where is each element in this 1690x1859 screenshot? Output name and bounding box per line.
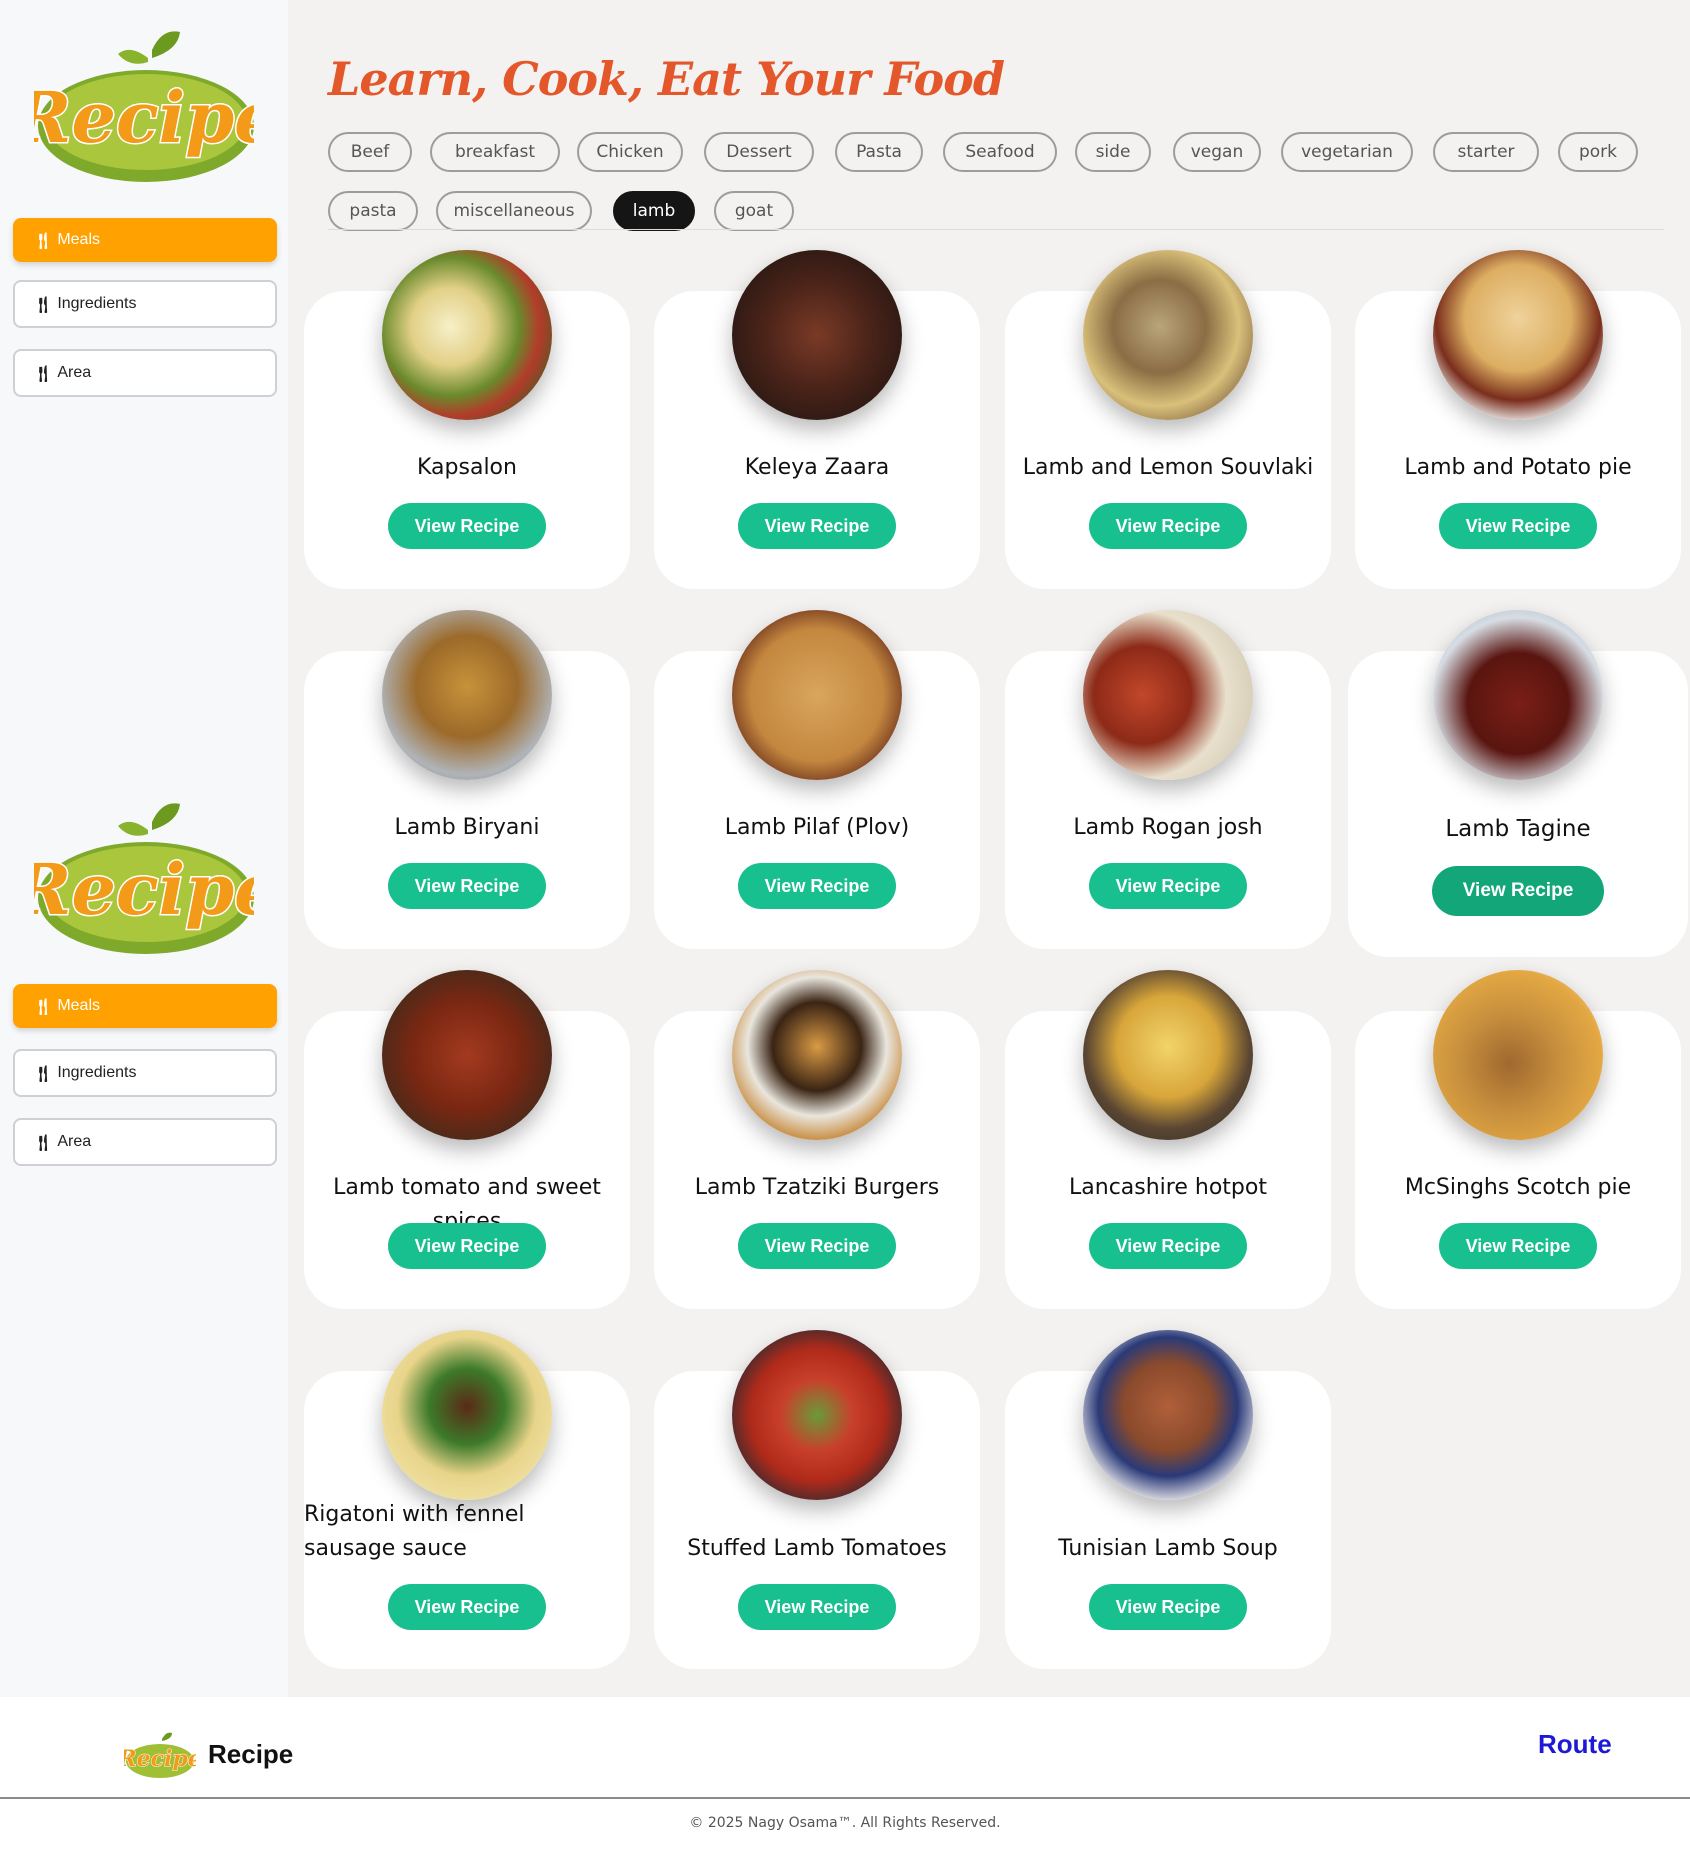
page-title: Learn, Cook, Eat Your Food [328, 52, 1005, 106]
meal-image[interactable] [732, 970, 902, 1140]
copyright-text: © 2025 Nagy Osama™. All Rights Reserved. [689, 1815, 1001, 1831]
meal-image[interactable] [1083, 250, 1253, 420]
sidebar: Recipe 🍴︎ Meals 🍴︎ Ingredients 🍴︎ Area R… [0, 0, 288, 1697]
sidebar-item-label: Area [57, 364, 92, 381]
chip-side[interactable]: side [1075, 132, 1151, 172]
sidebar-item-ingredients[interactable]: 🍴︎ Ingredients [13, 1049, 277, 1097]
view-recipe-button[interactable]: View Recipe [388, 503, 546, 549]
footer-brand: Recipe [208, 1739, 294, 1769]
chip-breakfast[interactable]: breakfast [430, 132, 560, 172]
meal-image[interactable] [732, 1330, 902, 1500]
svg-text:Recipe: Recipe [124, 1746, 196, 1772]
meal-image[interactable] [1083, 1330, 1253, 1500]
meal-image[interactable] [382, 970, 552, 1140]
fork-knife-icon: 🍴︎ [33, 1063, 54, 1083]
chip-seafood[interactable]: Seafood [943, 132, 1057, 172]
chip-dessert[interactable]: Dessert [704, 132, 814, 172]
chip-pasta-lower[interactable]: pasta [328, 191, 418, 231]
chip-vegetarian[interactable]: vegetarian [1281, 132, 1413, 172]
route-link[interactable]: Route [1538, 1729, 1612, 1760]
meal-image[interactable] [382, 250, 552, 420]
sidebar-item-label: Ingredients [57, 295, 137, 312]
sidebar-item-label: Meals [57, 231, 100, 248]
meal-image[interactable] [1433, 610, 1603, 780]
chip-beef[interactable]: Beef [328, 132, 412, 172]
meal-name: Lamb and Lemon Souvlaki [1022, 455, 1314, 480]
recipe-logo[interactable]: Recipe [10, 30, 280, 182]
view-recipe-button[interactable]: View Recipe [1089, 503, 1247, 549]
svg-text:Recipe: Recipe [34, 848, 254, 931]
footer: Recipe Recipe Route © 2025 Nagy Osama™. … [0, 1697, 1690, 1859]
footer-divider [0, 1797, 1690, 1799]
meal-name: Lamb and Potato pie [1404, 455, 1632, 480]
meal-name: Tunisian Lamb Soup [1058, 1536, 1278, 1561]
view-recipe-button[interactable]: View Recipe [388, 1584, 546, 1630]
sidebar-item-meals[interactable]: 🍴︎ Meals [13, 984, 277, 1028]
view-recipe-button[interactable]: View Recipe [1432, 866, 1604, 916]
meal-name: Lamb Pilaf (Plov) [724, 815, 910, 840]
view-recipe-button[interactable]: View Recipe [738, 863, 896, 909]
chip-miscellaneous[interactable]: miscellaneous [436, 191, 592, 231]
chip-goat[interactable]: goat [714, 191, 794, 231]
meal-name: Rigatoni with fennel sausage sauce [304, 1502, 525, 1561]
sidebar-item-area[interactable]: 🍴︎ Area [13, 1118, 277, 1166]
view-recipe-button[interactable]: View Recipe [738, 503, 896, 549]
sidebar-item-label: Ingredients [57, 1064, 137, 1081]
view-recipe-button[interactable]: View Recipe [1089, 863, 1247, 909]
sidebar-item-label: Meals [57, 997, 100, 1014]
fork-knife-icon: 🍴︎ [33, 1132, 54, 1152]
divider [328, 229, 1664, 230]
meal-image[interactable] [732, 250, 902, 420]
fork-knife-icon: 🍴︎ [33, 996, 54, 1016]
chip-starter[interactable]: starter [1433, 132, 1539, 172]
fork-knife-icon: 🍴︎ [33, 363, 54, 383]
meal-image[interactable] [382, 610, 552, 780]
fork-knife-icon: 🍴︎ [33, 230, 54, 250]
view-recipe-button[interactable]: View Recipe [1439, 1223, 1597, 1269]
chip-lamb[interactable]: lamb [613, 191, 695, 231]
meal-image[interactable] [1083, 970, 1253, 1140]
view-recipe-button[interactable]: View Recipe [1089, 1584, 1247, 1630]
sidebar-item-area[interactable]: 🍴︎ Area [13, 349, 277, 397]
footer-logo[interactable]: Recipe [117, 1731, 202, 1781]
chip-chicken[interactable]: Chicken [577, 132, 683, 172]
sidebar-item-label: Area [57, 1133, 92, 1150]
view-recipe-button[interactable]: View Recipe [388, 863, 546, 909]
view-recipe-button[interactable]: View Recipe [1089, 1223, 1247, 1269]
view-recipe-button[interactable]: View Recipe [1439, 503, 1597, 549]
meal-name: Lancashire hotpot [1069, 1175, 1267, 1200]
svg-text:Recipe: Recipe [34, 76, 254, 159]
chip-pasta[interactable]: Pasta [835, 132, 923, 172]
meal-name: Keleya Zaara [744, 455, 890, 480]
meal-name: Lamb Tzatziki Burgers [694, 1175, 940, 1200]
meal-name: Lamb Tagine [1445, 816, 1591, 842]
chip-pork[interactable]: pork [1558, 132, 1638, 172]
sidebar-item-meals[interactable]: 🍴︎ Meals [13, 218, 277, 262]
view-recipe-button[interactable]: View Recipe [738, 1584, 896, 1630]
meal-image[interactable] [1083, 610, 1253, 780]
view-recipe-button[interactable]: View Recipe [388, 1223, 546, 1269]
sidebar-item-ingredients[interactable]: 🍴︎ Ingredients [13, 280, 277, 328]
meal-image[interactable] [382, 1330, 552, 1500]
view-recipe-button[interactable]: View Recipe [738, 1223, 896, 1269]
recipe-logo[interactable]: Recipe [10, 802, 280, 954]
meal-name: Kapsalon [417, 455, 517, 480]
meal-image[interactable] [732, 610, 902, 780]
chip-vegan[interactable]: vegan [1173, 132, 1261, 172]
meal-image[interactable] [1433, 250, 1603, 420]
meal-name: Lamb Biryani [394, 815, 540, 840]
meal-image[interactable] [1433, 970, 1603, 1140]
meal-name: Lamb Rogan josh [1073, 815, 1263, 840]
meal-name: McSinghs Scotch pie [1404, 1175, 1632, 1200]
meal-name: Stuffed Lamb Tomatoes [687, 1536, 947, 1561]
fork-knife-icon: 🍴︎ [33, 294, 54, 314]
